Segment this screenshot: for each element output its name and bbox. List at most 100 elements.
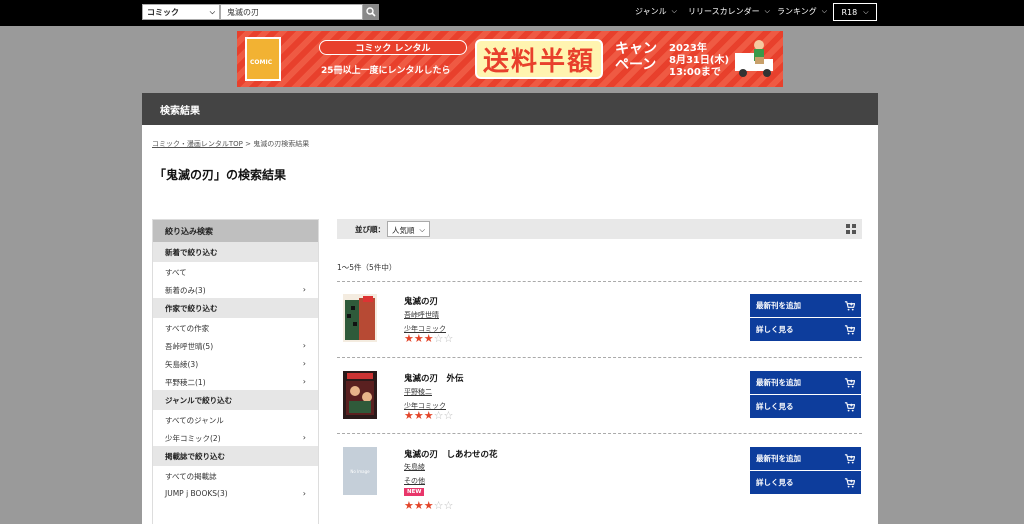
sidebar-item-label: すべての掲載誌	[165, 472, 217, 481]
result-title[interactable]: 鬼滅の刃	[404, 295, 438, 307]
banner-campaign-text: キャン ペーン	[615, 41, 657, 73]
nav-genre[interactable]: ジャンル ⌵	[635, 6, 677, 17]
star-icon: ★★★	[404, 332, 434, 345]
add-latest-button[interactable]: 最新刊を追加	[750, 294, 861, 317]
banner-date-line2: 8月31日(木)	[669, 55, 730, 66]
sidebar-item-label: すべて	[165, 268, 187, 277]
banner-headline: 送料半額	[475, 39, 604, 79]
banner-date-line1: 2023年	[669, 43, 707, 54]
search-input[interactable]: 鬼滅の刃	[220, 4, 363, 20]
nav-release-calendar[interactable]: リリースカレンダー ⌵	[688, 6, 770, 17]
sidebar-item-label: 少年コミック(2)	[165, 434, 221, 443]
sidebar-item-new-only[interactable]: 新着のみ(3) ›	[153, 280, 318, 298]
sort-label: 並び順：	[355, 225, 385, 234]
sidebar-item-genre-all[interactable]: すべてのジャンル	[153, 410, 318, 428]
sidebar-title: 絞り込み検索	[153, 220, 318, 242]
result-title[interactable]: 鬼滅の刃 しあわせの花	[404, 448, 498, 460]
nav-ranking-label: ランキング	[777, 7, 817, 16]
divider	[337, 433, 862, 434]
divider	[337, 357, 862, 358]
search-button[interactable]	[363, 4, 379, 20]
chevron-right-icon: ›	[302, 341, 306, 350]
result-count: 1〜5件（5件中）	[337, 263, 397, 272]
add-latest-button-label: 最新刊を追加	[756, 378, 801, 387]
new-badge: NEW	[404, 488, 425, 496]
chevron-down-icon: ⌵	[209, 7, 215, 16]
campaign-banner[interactable]: COMIC コミック レンタル 25冊以上一度にレンタルしたら 送料半額 キャン…	[237, 31, 783, 87]
result-author[interactable]: 吾峠呼世晴	[404, 310, 439, 320]
nav-ranking[interactable]: ランキング ⌵	[777, 6, 827, 17]
top-navigation-bar: コミック ⌵ 鬼滅の刃 ジャンル ⌵ リリースカレンダー ⌵ ランキング ⌵ R…	[0, 0, 1024, 26]
star-icon: ★★★	[404, 409, 434, 422]
banner-pill: コミック レンタル	[319, 40, 467, 55]
star-icon: ☆☆	[433, 499, 454, 512]
chevron-right-icon: ›	[302, 489, 306, 498]
result-genre[interactable]: その他	[404, 476, 425, 486]
book-cover-image[interactable]	[343, 371, 377, 419]
banner-subtext: 25冊以上一度にレンタルしたら	[321, 66, 451, 76]
sidebar-item-author-yajima[interactable]: 矢島綾(3) ›	[153, 354, 318, 372]
filter-sidebar: 絞り込み検索 新着で絞り込む すべて 新着のみ(3) › 作家で絞り込む すべての…	[152, 219, 319, 524]
sort-bar: 並び順： 人気順 ⌵	[337, 219, 862, 239]
sidebar-item-author-all[interactable]: すべての作家	[153, 318, 318, 336]
cart-add-icon	[844, 325, 855, 335]
details-button[interactable]: 詳しく見る	[750, 395, 861, 418]
star-rating: ★★★☆☆	[404, 332, 453, 345]
sidebar-section-new: 新着で絞り込む	[153, 242, 318, 262]
sidebar-item-genre-shonen[interactable]: 少年コミック(2) ›	[153, 428, 318, 446]
add-latest-button[interactable]: 最新刊を追加	[750, 371, 861, 394]
result-item: 鬼滅の刃 吾峠呼世晴 少年コミック ★★★☆☆ 最新刊を追加 詳しく見る	[337, 292, 862, 362]
sidebar-item-label: 矢島綾(3)	[165, 360, 199, 369]
chevron-down-icon: ⌵	[863, 7, 869, 16]
search-input-value: 鬼滅の刃	[227, 7, 259, 17]
add-latest-button[interactable]: 最新刊を追加	[750, 447, 861, 470]
nav-genre-label: ジャンル	[635, 7, 667, 16]
banner-date-line3: 13:00まで	[669, 67, 721, 78]
result-author[interactable]: 平野稜二	[404, 387, 432, 397]
chevron-down-icon: ⌵	[671, 7, 677, 15]
breadcrumb-link-top[interactable]: コミック・漫画レンタルTOP	[152, 140, 243, 148]
sort-select[interactable]: 人気順 ⌵	[387, 221, 430, 237]
chevron-right-icon: ›	[302, 285, 306, 294]
sidebar-item-new-all[interactable]: すべて	[153, 262, 318, 280]
divider	[337, 281, 862, 282]
chevron-down-icon: ⌵	[419, 225, 425, 234]
chevron-right-icon: ›	[302, 377, 306, 386]
details-button[interactable]: 詳しく見る	[750, 471, 861, 494]
result-item: 鬼滅の刃 外伝 平野稜二 少年コミック ★★★☆☆ 最新刊を追加 詳しく見る	[337, 369, 862, 439]
sidebar-section-author: 作家で絞り込む	[153, 298, 318, 318]
cart-add-icon	[844, 378, 855, 388]
search-icon	[366, 7, 376, 17]
cart-add-icon	[844, 301, 855, 311]
star-rating: ★★★☆☆	[404, 409, 453, 422]
sidebar-item-author-gotouge[interactable]: 吾峠呼世晴(5) ›	[153, 336, 318, 354]
sidebar-section-magazine: 掲載誌で絞り込む	[153, 446, 318, 466]
star-icon: ★★★	[404, 499, 434, 512]
result-title[interactable]: 鬼滅の刃 外伝	[404, 372, 464, 384]
category-select[interactable]: コミック ⌵	[142, 4, 220, 20]
details-button[interactable]: 詳しく見る	[750, 318, 861, 341]
banner-campaign-line1: キャン	[615, 41, 657, 57]
r18-toggle[interactable]: R18 ⌵	[833, 3, 877, 21]
comic-logo: COMIC	[245, 37, 281, 81]
book-cover-placeholder[interactable]: No Image	[343, 447, 377, 495]
add-latest-button-label: 最新刊を追加	[756, 301, 801, 310]
result-author[interactable]: 矢島綾	[404, 462, 425, 472]
sidebar-item-label: JUMP j BOOKS(3)	[165, 489, 228, 498]
star-icon: ☆☆	[433, 332, 454, 345]
chevron-down-icon: ⌵	[764, 7, 770, 15]
grid-view-icon[interactable]	[844, 222, 858, 236]
sidebar-item-magazine-jump[interactable]: JUMP j BOOKS(3) ›	[153, 484, 318, 502]
cart-add-icon	[844, 454, 855, 464]
sidebar-item-magazine-all[interactable]: すべての掲載誌	[153, 466, 318, 484]
banner-campaign-line2: ペーン	[615, 57, 657, 73]
main-panel: コミック・漫画レンタルTOP > 鬼滅の刃検索結果 「鬼滅の刃」の検索結果 絞り…	[142, 125, 878, 524]
star-icon: ☆☆	[433, 409, 454, 422]
chevron-down-icon: ⌵	[821, 7, 828, 15]
nav-release-calendar-label: リリースカレンダー	[688, 7, 760, 16]
book-cover-image[interactable]	[343, 294, 377, 342]
chevron-right-icon: ›	[302, 359, 306, 368]
sidebar-item-author-hirano[interactable]: 平野稜二(1) ›	[153, 372, 318, 390]
details-button-label: 詳しく見る	[756, 478, 794, 487]
banner-date: 2023年 8月31日(木) 13:00まで	[669, 43, 729, 79]
